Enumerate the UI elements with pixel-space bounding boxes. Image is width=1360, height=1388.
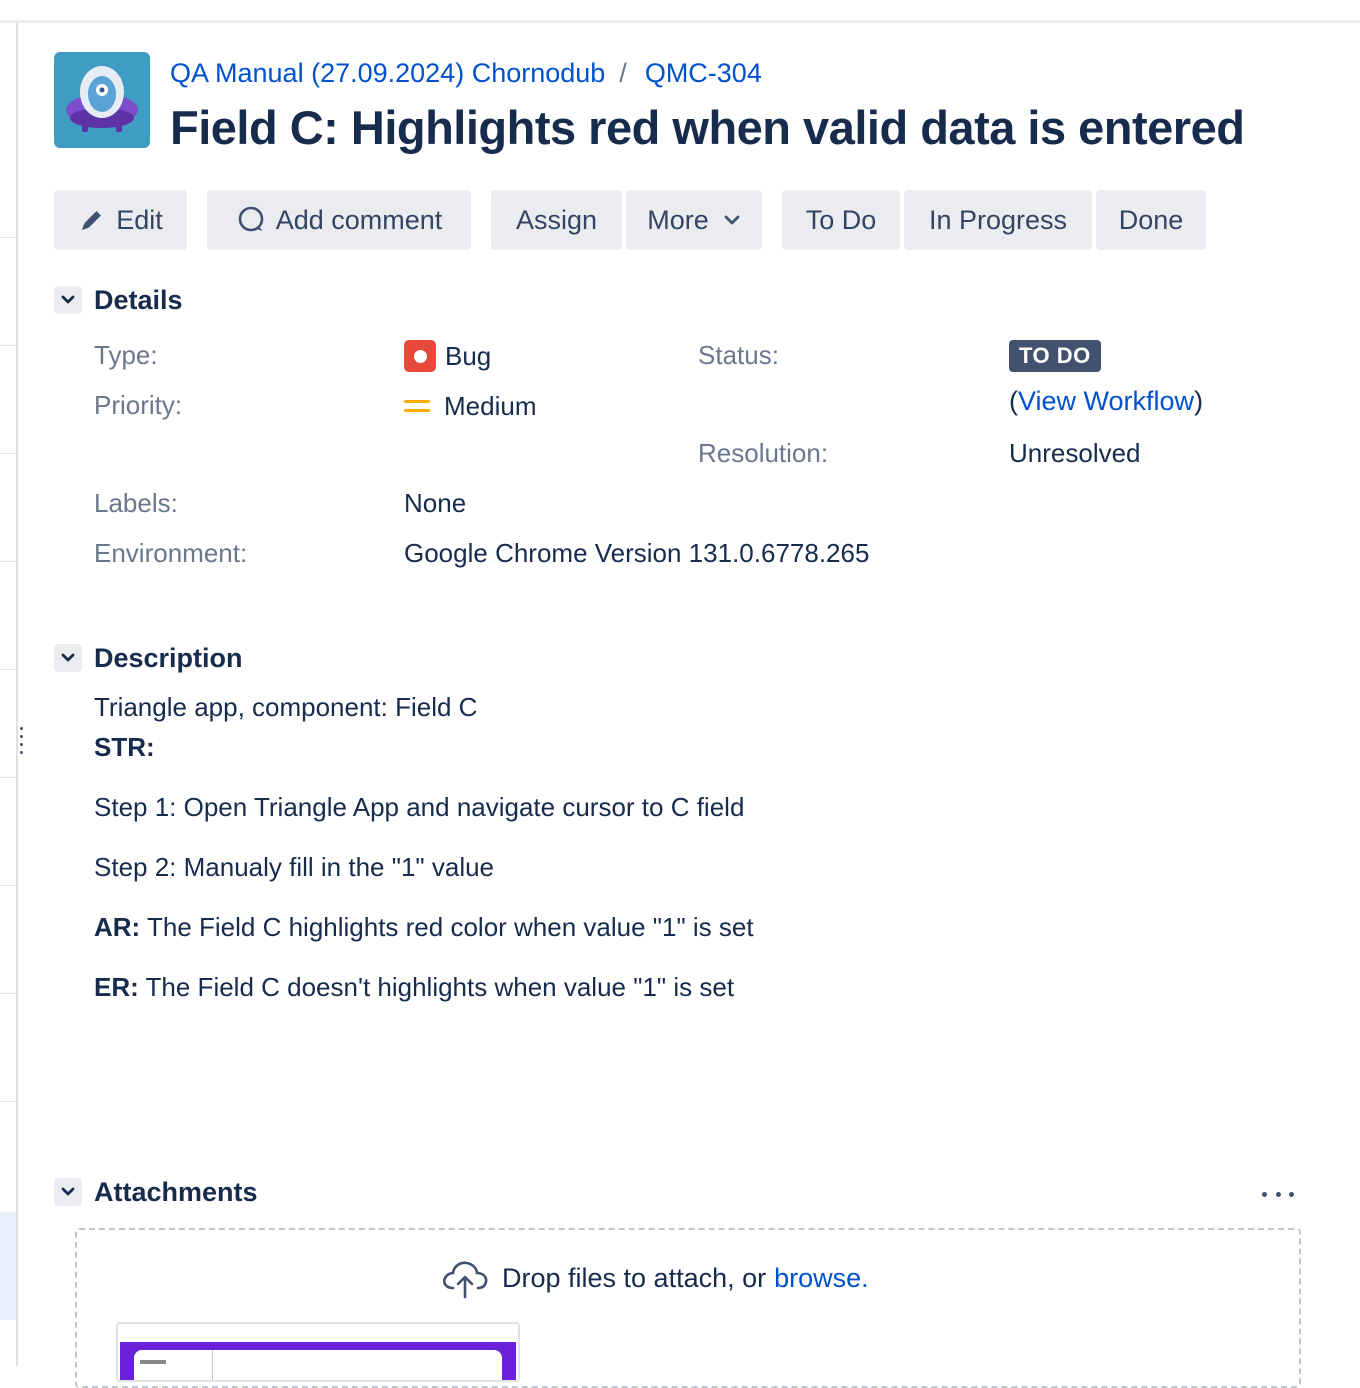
priority-label: Priority: — [94, 390, 183, 420]
type-label: Type: — [94, 340, 158, 370]
breadcrumb: QA Manual (27.09.2024) Chornodub / QMC-3… — [170, 54, 762, 92]
more-label: More — [647, 204, 709, 235]
status-label: Status: — [698, 340, 779, 370]
str-label: STR: — [94, 732, 155, 762]
top-border — [0, 20, 1360, 23]
attachment-thumbnail[interactable] — [116, 1322, 520, 1382]
ar-text: The Field C highlights red color when va… — [140, 912, 754, 942]
view-workflow-link[interactable]: View Workflow — [1018, 386, 1194, 416]
priority-medium-icon — [404, 397, 430, 415]
transition-in-progress-button[interactable]: In Progress — [904, 190, 1092, 250]
labels-label: Labels: — [94, 488, 178, 518]
description-section-header[interactable]: Description — [54, 640, 243, 676]
type-value[interactable]: Bug — [404, 338, 491, 374]
rail-divider — [0, 453, 16, 454]
er-text: The Field C doesn't highlights when valu… — [138, 972, 735, 1002]
description-intro: Triangle app, component: Field C — [94, 692, 478, 722]
details-heading: Details — [94, 284, 183, 315]
breadcrumb-issue-key-link[interactable]: QMC-304 — [645, 58, 762, 89]
dropzone-message: Drop files to attach, or browse. — [440, 1254, 869, 1302]
labels-value[interactable]: None — [404, 488, 466, 519]
rail-divider — [0, 345, 16, 346]
ar-label: AR: — [94, 912, 141, 942]
thumbnail-card — [134, 1350, 502, 1380]
edit-label: Edit — [116, 204, 163, 235]
description-heading: Description — [94, 642, 243, 673]
attachments-section-header[interactable]: Attachments — [54, 1174, 258, 1210]
add-comment-button[interactable]: Add comment — [207, 190, 471, 250]
issue-title[interactable]: Field C: Highlights red when valid data … — [170, 96, 1245, 160]
details-section-header[interactable]: Details — [54, 282, 183, 318]
environment-value[interactable]: Google Chrome Version 131.0.6778.265 — [404, 538, 869, 569]
comment-bubble-icon — [236, 205, 266, 235]
chevron-down-icon[interactable] — [54, 286, 82, 314]
description-expected-result: ER: The Field C doesn't highlights when … — [94, 972, 734, 1003]
rail-divider — [0, 669, 16, 670]
bug-icon — [404, 340, 436, 372]
chevron-down-icon — [723, 214, 741, 226]
description-step-1: Step 1: Open Triangle App and navigate c… — [94, 792, 745, 822]
browse-link[interactable]: browse. — [774, 1263, 869, 1294]
rail-divider — [0, 777, 16, 778]
done-label: Done — [1118, 204, 1184, 235]
project-avatar[interactable] — [54, 52, 150, 148]
view-workflow: (View Workflow) — [1009, 386, 1204, 416]
rail-active-item[interactable] — [0, 1212, 16, 1320]
more-button[interactable]: More — [626, 190, 762, 250]
rail-divider — [0, 993, 16, 994]
environment-label: Environment: — [94, 538, 248, 568]
chevron-down-icon[interactable] — [54, 1178, 82, 1206]
description-str: STR: — [94, 732, 155, 763]
attachments-heading: Attachments — [94, 1176, 258, 1207]
resolution-value: Unresolved — [1009, 438, 1141, 468]
pencil-icon — [78, 206, 106, 234]
thumbnail-preview — [120, 1342, 516, 1380]
drop-text: Drop files to attach, or — [502, 1262, 767, 1293]
transition-done-button[interactable]: Done — [1096, 190, 1206, 250]
edit-button[interactable]: Edit — [54, 190, 187, 250]
transition-todo-button[interactable]: To Do — [782, 190, 900, 250]
rail-divider — [0, 885, 16, 886]
assign-label: Assign — [515, 204, 598, 235]
priority-value[interactable]: Medium — [404, 388, 536, 424]
priority-value-text: Medium — [444, 390, 537, 421]
breadcrumb-project-link[interactable]: QA Manual (27.09.2024) Chornodub — [170, 58, 605, 89]
type-value-text: Bug — [445, 340, 492, 371]
resize-handle[interactable] — [20, 727, 26, 759]
todo-label: To Do — [805, 204, 877, 235]
add-comment-label: Add comment — [275, 204, 443, 235]
issue-toolbar: Edit Add comment Assign More To Do In Pr… — [0, 190, 1360, 250]
description-actual-result: AR: The Field C highlights red color whe… — [94, 912, 754, 943]
ufo-icon — [66, 66, 138, 132]
rail-divider — [0, 561, 16, 562]
resolution-label: Resolution: — [698, 438, 829, 468]
description-step-2: Step 2: Manualy fill in the "1" value — [94, 852, 495, 882]
thumbnail-divider — [212, 1350, 213, 1380]
cloud-upload-icon — [442, 1261, 488, 1299]
more-horizontal-icon[interactable] — [1262, 1182, 1294, 1206]
er-label: ER: — [94, 972, 139, 1002]
in-progress-label: In Progress — [928, 204, 1068, 235]
assign-button[interactable]: Assign — [491, 190, 622, 250]
thumbnail-text-line — [140, 1360, 166, 1364]
breadcrumb-separator: / — [619, 57, 627, 88]
chevron-down-icon[interactable] — [54, 644, 82, 672]
status-badge: TO DO — [1009, 340, 1101, 372]
rail-divider — [0, 1101, 16, 1102]
